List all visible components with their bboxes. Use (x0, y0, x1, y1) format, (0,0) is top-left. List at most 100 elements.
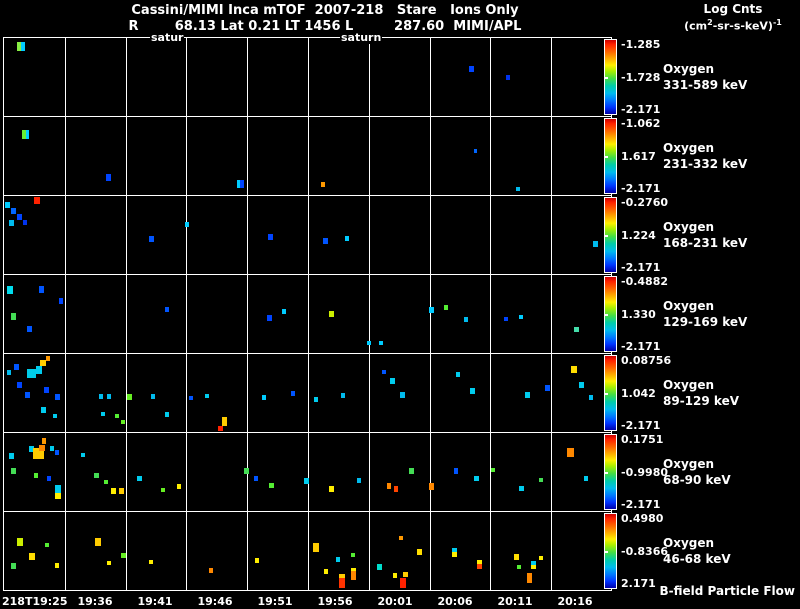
data-point (39, 286, 44, 293)
data-point (137, 476, 142, 481)
colorbar-tick-label: -1.285 (621, 38, 661, 51)
data-point (452, 552, 457, 557)
data-point (45, 543, 49, 547)
colorbar-tick-label: 1.330 (621, 308, 656, 321)
data-point (403, 572, 408, 577)
data-point (474, 149, 477, 153)
data-point (209, 568, 213, 573)
colorbar-tick-label: 1.617 (621, 150, 656, 163)
colorbar-tick-label: -2.171 (621, 103, 661, 116)
energy-range-label: 89-129 keV (663, 394, 739, 408)
data-point (314, 397, 318, 402)
colorbar-tick-label: -1.062 (621, 117, 661, 130)
colorbar (604, 355, 617, 431)
species-label: Oxygen (663, 299, 715, 313)
data-point (527, 573, 532, 583)
data-point (240, 180, 244, 188)
data-point (545, 385, 550, 391)
data-point (329, 311, 334, 317)
data-point (589, 395, 593, 400)
colorbar-tick-label: -1.728 (621, 71, 661, 84)
energy-range-label: 129-169 keV (663, 315, 748, 329)
data-point (539, 478, 543, 482)
data-point (351, 553, 355, 557)
time-axis-tick-label: 20:16 (557, 595, 593, 608)
data-point (269, 483, 274, 488)
saturn-marker: satur (150, 31, 185, 44)
data-point (351, 571, 356, 580)
data-point (282, 309, 286, 314)
time-gridline (308, 38, 309, 590)
time-gridline (551, 38, 552, 590)
colorbar-mid-mark (605, 77, 608, 79)
species-label: Oxygen (663, 62, 715, 76)
time-gridline (430, 38, 431, 590)
data-point (291, 391, 295, 396)
time-axis-tick-label: 19:56 (317, 595, 353, 608)
data-point (55, 563, 59, 568)
data-point (34, 197, 40, 204)
data-point (387, 483, 391, 489)
data-point (111, 488, 116, 494)
colorbar-tick-label: -2.171 (621, 498, 661, 511)
data-point (324, 569, 328, 574)
data-point (504, 317, 508, 321)
data-point (329, 486, 334, 492)
colorbar-mid-mark (605, 314, 608, 316)
data-point (185, 222, 189, 227)
data-point (429, 307, 434, 313)
data-point (584, 476, 588, 481)
data-point (189, 396, 193, 400)
data-point (115, 414, 119, 418)
time-axis-start-label: 218T19:25 (2, 595, 68, 608)
data-point (313, 543, 319, 552)
colorbar-tick-label: -0.4882 (621, 275, 669, 288)
data-point (47, 476, 51, 481)
data-point (25, 392, 30, 398)
time-axis-tick-label: 19:46 (197, 595, 233, 608)
data-point (255, 558, 259, 563)
plot-title: Cassini/MIMI Inca mTOF 2007-218 Stare Io… (131, 3, 519, 18)
energy-range-label: 231-332 keV (663, 157, 748, 171)
data-point (454, 468, 458, 474)
data-point (23, 220, 27, 225)
data-point (107, 394, 111, 399)
data-point (95, 538, 101, 546)
data-point (321, 182, 325, 187)
data-point (26, 130, 29, 139)
data-point (9, 453, 14, 459)
data-point (55, 394, 60, 400)
data-point (11, 468, 16, 474)
data-point (379, 341, 383, 345)
data-point (593, 241, 598, 247)
data-point (464, 317, 468, 322)
time-gridline (65, 38, 66, 590)
data-point (456, 372, 460, 377)
data-point (525, 392, 530, 398)
energy-range-label: 331-589 keV (663, 78, 748, 92)
data-point (41, 407, 46, 413)
colorbar-tick-label: -0.9980 (621, 466, 669, 479)
colorbar-tick-label: -0.8366 (621, 545, 669, 558)
data-point (531, 565, 536, 569)
data-point (218, 426, 223, 431)
data-point (34, 473, 38, 478)
bfield-flow-label: B-field Particle Flow (659, 584, 795, 598)
spectrogram-grid (3, 37, 612, 591)
colorbar-tick-label: -2.171 (621, 419, 661, 432)
time-axis-tick-label: 19:36 (77, 595, 113, 608)
data-point (336, 557, 340, 562)
data-point (517, 565, 521, 569)
data-point (127, 394, 132, 400)
time-axis-tick-label: 20:06 (437, 595, 473, 608)
time-gridline (490, 38, 491, 590)
colorbar (604, 118, 617, 194)
log-cnts-label: Log Cnts (703, 2, 763, 16)
colorbar-tick-label: 2.171 (621, 577, 656, 590)
panel-separator (4, 511, 611, 512)
data-point (474, 476, 479, 481)
panel-separator (4, 274, 611, 275)
colorbar-tick-label: -2.171 (621, 182, 661, 195)
data-point (409, 468, 414, 474)
data-point (267, 315, 272, 321)
